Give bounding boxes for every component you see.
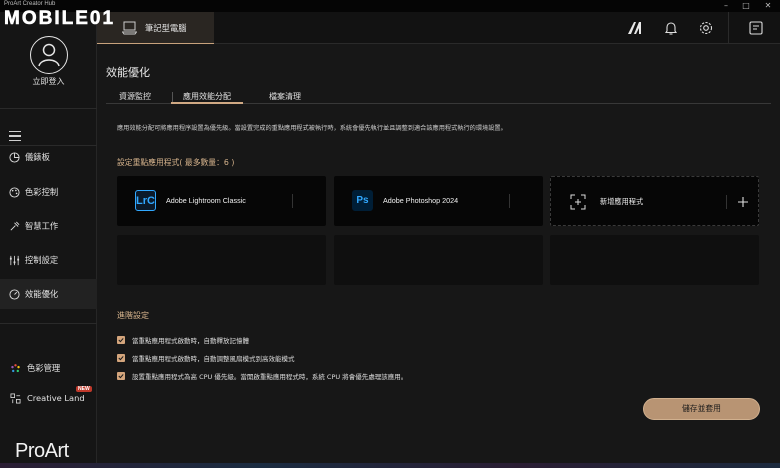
empty-app-slot <box>334 235 543 285</box>
tab-bar: 資源監控 應用效能分配 檔案清理 <box>97 92 780 108</box>
sidebar: 立即登入 儀錶板 色彩控制 智慧工作 控制設定 效能優化 色彩管理 Creati… <box>0 12 97 468</box>
sidebar-item-color-control[interactable]: 色彩控制 <box>0 177 97 207</box>
proart-mark-icon[interactable] <box>627 20 643 36</box>
gear-icon[interactable] <box>698 20 714 36</box>
maximize-button[interactable]: □ <box>736 0 756 11</box>
option-free-memory[interactable]: 當重點應用程式啟動時，自動釋放記憶體 <box>117 335 249 345</box>
smart-work-icon <box>10 221 20 230</box>
close-button[interactable]: ✕ <box>758 0 778 11</box>
app-name: Adobe Photoshop 2024 <box>383 196 459 205</box>
app-card-photoshop[interactable]: Ps Adobe Photoshop 2024 <box>334 176 543 226</box>
description-text: 應用效能分配可將應用程序設置為優先級。當設置完成的重點應用程式被執行時，系統會優… <box>117 125 507 132</box>
option-cpu-priority[interactable]: 設置重點應用程式為高 CPU 優先級。當開啟重點應用程式時，系統 CPU 將會優… <box>117 371 407 381</box>
sidebar-item-label: 儀錶板 <box>25 152 50 162</box>
tab-resource-monitor[interactable]: 資源監控 <box>111 92 159 108</box>
divider <box>509 194 510 208</box>
check-icon <box>118 338 124 343</box>
title-bar: ProArt Creator Hub – □ ✕ <box>0 0 780 12</box>
color-wheel-icon <box>11 363 20 372</box>
taskbar-strip <box>0 463 780 468</box>
empty-app-slot <box>117 235 326 285</box>
device-label: 筆記型電腦 <box>145 23 187 33</box>
app-name: Adobe Lightroom Classic <box>166 196 246 205</box>
watermark-logo: MOBILE01 <box>4 8 115 30</box>
divider <box>0 108 97 109</box>
photoshop-icon: Ps <box>352 190 373 211</box>
check-icon <box>118 356 124 361</box>
sliders-icon <box>9 255 20 265</box>
option-fan-mode[interactable]: 當重點應用程式啟動時，自動調整風扇模式到高效能模式 <box>117 353 295 363</box>
sidebar-item-label: Creative Land <box>27 393 85 403</box>
divider <box>726 195 727 209</box>
lightroom-icon: LrC <box>135 190 156 211</box>
laptop-icon <box>122 21 137 35</box>
dashboard-icon <box>9 151 20 163</box>
app-select-icon <box>570 194 586 210</box>
option-label: 當重點應用程式啟動時，自動調整風扇模式到高效能模式 <box>132 355 295 363</box>
creative-land-icon <box>10 393 21 403</box>
active-tab-indicator <box>171 102 243 104</box>
add-app-label: 新增應用程式 <box>600 197 644 206</box>
add-app-card[interactable]: 新增應用程式 <box>550 176 759 226</box>
sidebar-item-label: 色彩管理 <box>27 363 61 373</box>
checkbox[interactable] <box>117 354 125 362</box>
divider <box>292 194 293 208</box>
sidebar-item-label: 效能優化 <box>25 289 59 299</box>
app-card-lightroom[interactable]: LrC Adobe Lightroom Classic <box>117 176 326 226</box>
new-badge: NEW <box>76 386 92 392</box>
window-title: ProArt Creator Hub <box>4 1 56 7</box>
bell-icon[interactable] <box>663 20 679 36</box>
check-icon <box>118 374 124 379</box>
watermark-text: MOBILE01 <box>4 8 116 30</box>
plus-icon[interactable] <box>737 196 749 208</box>
sidebar-item-label: 控制設定 <box>25 255 59 265</box>
sidebar-item-smart-work[interactable]: 智慧工作 <box>0 211 97 241</box>
sidebar-item-label: 色彩控制 <box>25 187 59 197</box>
divider <box>728 12 729 44</box>
option-label: 當重點應用程式啟動時，自動釋放記憶體 <box>132 337 249 345</box>
login-link[interactable]: 立即登入 <box>0 76 97 87</box>
empty-app-slot <box>550 235 759 285</box>
tab-file-cleanup[interactable]: 檔案清理 <box>261 92 309 108</box>
hamburger-menu-icon[interactable] <box>9 131 21 141</box>
proart-logo: ProArt <box>15 440 69 462</box>
save-apply-button[interactable]: 儲存並套用 <box>643 398 760 420</box>
sidebar-item-dashboard[interactable]: 儀錶板 <box>0 142 97 172</box>
sidebar-item-control-settings[interactable]: 控制設定 <box>0 245 97 275</box>
top-bar: 筆記型電腦 <box>97 12 780 44</box>
feedback-icon[interactable] <box>748 20 764 36</box>
divider <box>172 92 173 102</box>
main-content: 效能優化 資源監控 應用效能分配 檔案清理 應用效能分配可將應用程序設置為優先級… <box>97 44 780 468</box>
sidebar-item-performance[interactable]: 效能優化 <box>0 279 97 309</box>
section-title: 設定重點應用程式( 最多數量：6 ) <box>117 158 235 167</box>
sidebar-item-color-management[interactable]: 色彩管理 <box>0 358 97 378</box>
palette-icon <box>9 186 20 198</box>
divider <box>0 323 97 324</box>
minimize-button[interactable]: – <box>716 0 736 11</box>
avatar[interactable] <box>30 36 68 74</box>
advanced-settings-title: 進階設定 <box>117 311 149 320</box>
performance-icon <box>9 288 20 300</box>
option-label: 設置重點應用程式為高 CPU 優先級。當開啟重點應用程式時，系統 CPU 將會優… <box>132 373 408 381</box>
page-title: 效能優化 <box>106 66 150 79</box>
tab-app-performance[interactable]: 應用效能分配 <box>171 92 243 108</box>
user-icon <box>38 43 60 67</box>
sidebar-item-label: 智慧工作 <box>25 221 59 231</box>
checkbox[interactable] <box>117 336 125 344</box>
checkbox[interactable] <box>117 372 125 380</box>
